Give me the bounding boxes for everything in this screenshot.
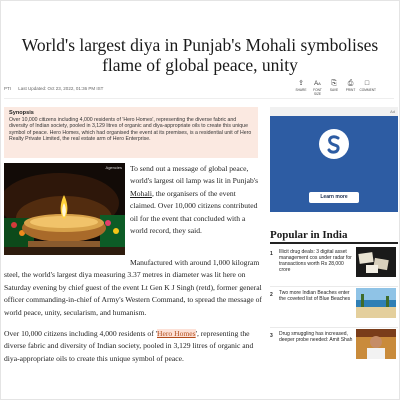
article-photo: Agencies (4, 163, 125, 255)
popular-section-title: Popular in India (270, 229, 348, 241)
popular-item-number: 1 (270, 251, 273, 257)
popular-item-thumbnail[interactable] (356, 247, 396, 277)
article-paragraph-3: Over 10,000 citizens including 4,000 res… (4, 328, 266, 365)
updated-timestamp: Last Updated: Oct 23, 2022, 01:36 PM IST (18, 86, 104, 91)
photo-credit: Agencies (105, 165, 122, 170)
header-divider (4, 98, 394, 99)
share-icon: ⇪ (298, 80, 304, 87)
save-label: SAVE (329, 88, 339, 92)
article-paragraph-2: Manufactured with around 1,000 kilogram … (4, 257, 266, 319)
comment-icon: □ (364, 80, 370, 87)
source-label: PTI (4, 86, 12, 91)
drug-packets-image (356, 247, 396, 277)
hero-homes-link[interactable]: Hero Homes (157, 329, 196, 338)
font-size-label: FONT SIZE (313, 88, 322, 96)
article-headline: World's largest diya in Punjab's Mohali … (21, 35, 379, 75)
synopsis-box: Synopsis Over 10,000 citizens including … (4, 107, 258, 158)
popular-item[interactable]: 1 Illicit drug deals: 3 digital asset ma… (270, 247, 398, 287)
paragraph-1-text-a: To send out a message of global peace, w… (130, 164, 259, 186)
print-label: PRINT (345, 88, 356, 92)
print-icon: ⎙ (347, 80, 354, 87)
popular-divider (270, 327, 398, 328)
popular-item[interactable]: 2 Two more Indian Beaches enter the cove… (270, 288, 398, 328)
comment-button[interactable]: □ COMMENT (359, 80, 376, 96)
giant-diya-image (4, 163, 125, 255)
brand-logo-icon (327, 135, 340, 154)
popular-item-number: 2 (270, 292, 273, 298)
popular-item-number: 3 (270, 333, 273, 339)
paragraph-2-text: Manufactured with around 1,000 kilogram … (4, 258, 262, 317)
popular-item-text[interactable]: Illicit drug deals: 3 digital asset mana… (279, 249, 353, 273)
amit-shah-image (356, 329, 396, 359)
paragraph-3-text-a: Over 10,000 citizens including 4,000 res… (4, 329, 158, 338)
popular-title-underline (270, 242, 398, 244)
synopsis-text: Over 10,000 citizens including 4,000 res… (9, 117, 252, 142)
save-button[interactable]: ⎘ SAVE (327, 80, 342, 96)
popular-item-thumbnail[interactable] (356, 329, 396, 359)
share-button[interactable]: ⇪ SHARE (294, 80, 309, 96)
popular-item-text[interactable]: Drug smuggling has increased, deeper pro… (279, 331, 353, 343)
font-size-button[interactable]: AA FONT SIZE (310, 80, 325, 96)
popular-item-text[interactable]: Two more Indian Beaches enter the covete… (279, 290, 353, 302)
save-icon: ⎘ (331, 80, 337, 87)
learn-more-button[interactable]: Learn more (309, 192, 359, 203)
popular-divider (270, 286, 398, 287)
article-meta: PTI Last Updated: Oct 23, 2022, 01:36 PM… (4, 86, 109, 91)
font-size-icon: AA (314, 81, 321, 87)
synopsis-title: Synopsis (9, 110, 34, 116)
ad-logo (319, 129, 349, 159)
comment-label: COMMENT (359, 88, 376, 92)
popular-item-thumbnail[interactable] (356, 288, 396, 318)
mohali-link[interactable]: Mohali (130, 189, 152, 198)
beach-image (356, 288, 396, 318)
share-label: SHARE (295, 88, 307, 92)
article-actions: ⇪ SHARE AA FONT SIZE ⎘ SAVE ⎙ PRINT □ CO… (292, 80, 376, 96)
article-paragraph-1: To send out a message of global peace, w… (130, 163, 262, 237)
advertisement[interactable]: Ad Learn more (270, 107, 398, 212)
popular-item[interactable]: 3 Drug smuggling has increased, deeper p… (270, 329, 398, 369)
ad-label: Ad (270, 107, 398, 116)
print-button[interactable]: ⎙ PRINT (343, 80, 358, 96)
